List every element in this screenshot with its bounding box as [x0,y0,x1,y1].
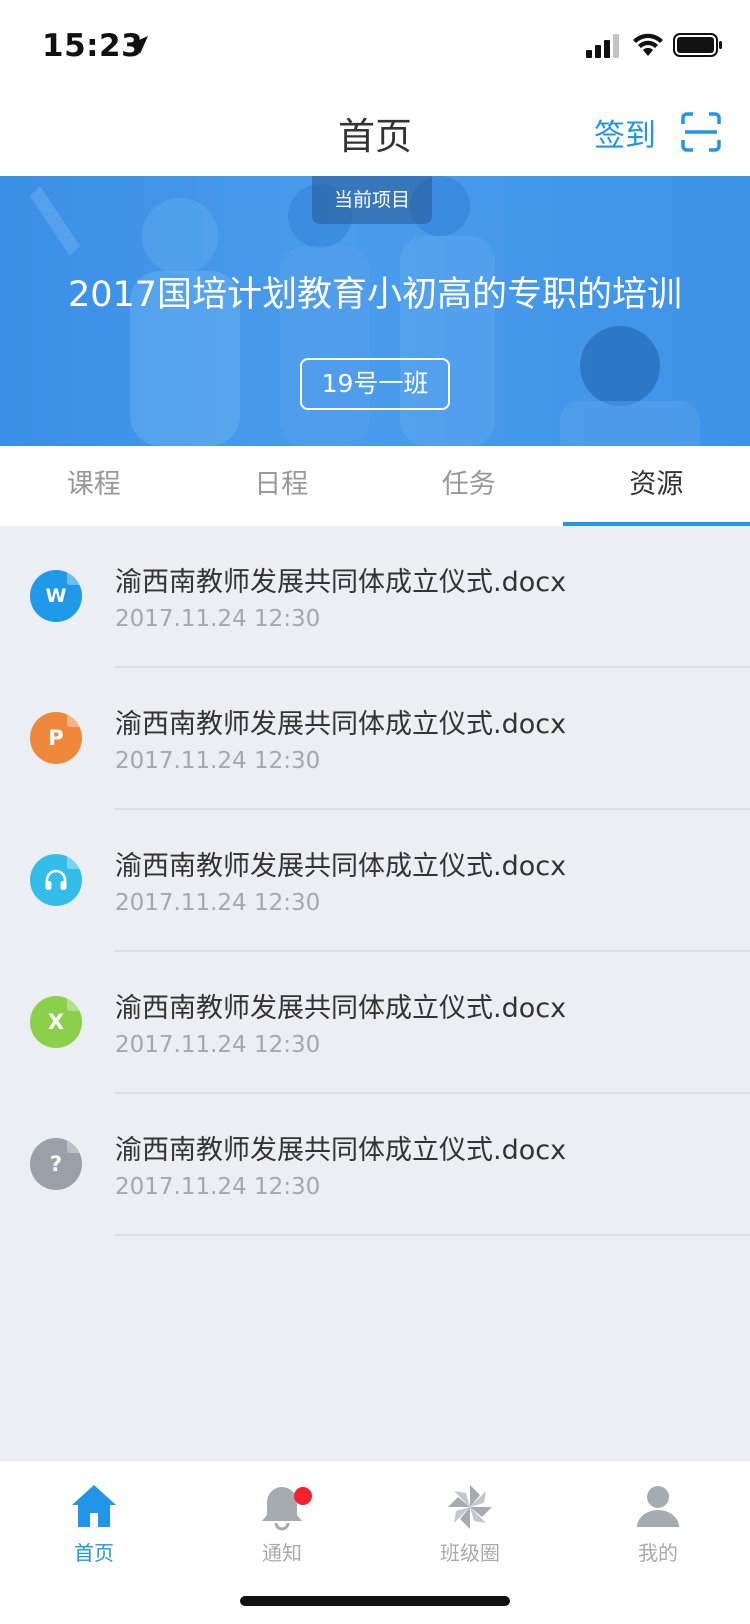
checkin-button[interactable]: 签到 [594,110,656,155]
tabbar-label: 首页 [74,1541,114,1565]
location-arrow-icon [130,36,148,54]
pinwheel-icon [448,1485,492,1529]
tabbar-label: 我的 [638,1541,678,1565]
list-item[interactable]: P 渝西南教师发展共同体成立仪式.docx 2017.11.24 12:30 [0,668,750,810]
tab-schedule[interactable]: 日程 [188,446,376,526]
file-date: 2017.11.24 12:30 [115,890,321,916]
status-bar: 15:23 [0,0,750,88]
home-indicator[interactable] [240,1596,510,1606]
file-date: 2017.11.24 12:30 [115,606,321,632]
notification-badge [294,1487,312,1505]
file-name: 渝西南教师发展共同体成立仪式.docx [115,993,567,1024]
divider [115,1234,750,1236]
user-icon [637,1486,679,1527]
audio-file-icon [30,854,82,906]
list-item[interactable]: W 渝西南教师发展共同体成立仪式.docx 2017.11.24 12:30 [0,526,750,668]
class-badge[interactable]: 19号一班 [300,358,450,410]
word-file-icon: W [30,570,82,622]
tab-courses[interactable]: 课程 [0,446,188,526]
tabbar-label: 班级圈 [440,1541,500,1565]
list-item[interactable]: 渝西南教师发展共同体成立仪式.docx 2017.11.24 12:30 [0,810,750,952]
tab-tasks[interactable]: 任务 [375,446,563,526]
ppt-file-icon: P [30,712,82,764]
project-title: 2017国培计划教育小初高的专职的培训 [67,275,683,315]
battery-icon [673,33,722,57]
file-name: 渝西南教师发展共同体成立仪式.docx [115,851,567,882]
excel-file-icon: X [30,996,82,1048]
tabbar-item-notifications[interactable]: 通知 [188,1471,376,1581]
file-date: 2017.11.24 12:30 [115,1032,321,1058]
file-name: 渝西南教师发展共同体成立仪式.docx [115,709,567,740]
list-item[interactable]: ? 渝西南教师发展共同体成立仪式.docx 2017.11.24 12:30 [0,1094,750,1236]
tab-resources[interactable]: 资源 [562,446,750,526]
scan-icon[interactable] [681,112,721,152]
tabbar-item-profile[interactable]: 我的 [564,1471,750,1581]
current-project-tag: 当前项目 [312,176,432,224]
nav-bar: 首页 签到 [0,88,750,176]
headphones-icon [45,869,67,890]
wifi-icon [633,33,663,56]
home-icon [72,1485,116,1527]
cellular-signal-icon [586,34,619,58]
file-date: 2017.11.24 12:30 [115,748,321,774]
tabbar-item-home[interactable]: 首页 [0,1471,188,1581]
list-item[interactable]: X 渝西南教师发展共同体成立仪式.docx 2017.11.24 12:30 [0,952,750,1094]
unknown-file-icon: ? [30,1138,82,1190]
segment-tabs: 课程 日程 任务 资源 [0,446,750,526]
resource-list: W 渝西南教师发展共同体成立仪式.docx 2017.11.24 12:30 P… [0,526,750,1236]
file-date: 2017.11.24 12:30 [115,1174,321,1200]
tabbar-label: 通知 [262,1541,302,1565]
file-name: 渝西南教师发展共同体成立仪式.docx [115,567,567,598]
tabbar-item-class-circle[interactable]: 班级圈 [376,1471,564,1581]
file-name: 渝西南教师发展共同体成立仪式.docx [115,1135,567,1166]
project-banner[interactable]: 当前项目 2017国培计划教育小初高的专职的培训 19号一班 [0,176,750,446]
